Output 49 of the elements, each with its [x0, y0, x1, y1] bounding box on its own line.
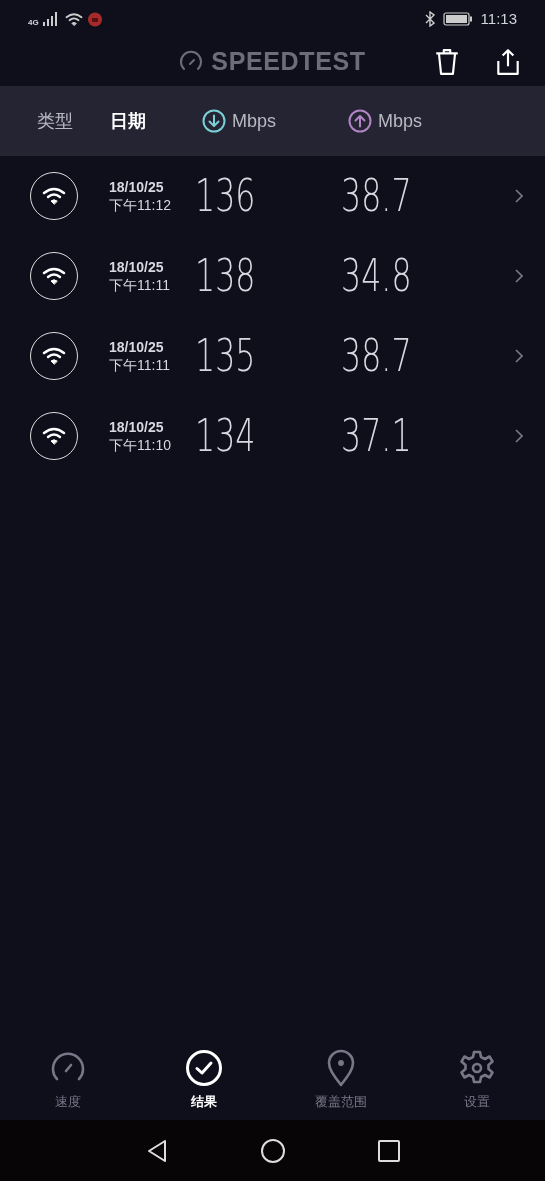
- sort-column-tab[interactable]: Mbps: [348, 107, 468, 135]
- download-speed: 136: [195, 174, 256, 218]
- nav-tab[interactable]: 速度: [0, 1048, 137, 1112]
- sort-column-tab[interactable]: Mbps: [202, 107, 348, 135]
- home-button[interactable]: [260, 1138, 285, 1163]
- app-title: SPEEDTEST: [211, 46, 366, 78]
- nav-tab[interactable]: 结果: [136, 1048, 273, 1112]
- check-circle-icon: [184, 1048, 225, 1089]
- sort-column-tab[interactable]: 日期: [110, 107, 202, 135]
- battery-icon: [442, 12, 473, 26]
- share-icon: [494, 48, 522, 76]
- signal-icon: [42, 12, 57, 26]
- result-time: 下午11:11: [109, 276, 171, 294]
- upload-speed: 38.7: [341, 334, 412, 378]
- result-date: 18/10/25: [109, 178, 165, 196]
- nav-tab[interactable]: 设置: [408, 1048, 545, 1112]
- result-date: 18/10/25: [109, 418, 165, 436]
- nav-tab[interactable]: 覆盖范围: [272, 1048, 409, 1112]
- chevron-right-icon: [515, 349, 523, 363]
- bluetooth-icon: [424, 11, 435, 27]
- download-speed: 135: [195, 334, 256, 378]
- sort-column-tab[interactable]: 类型: [37, 107, 110, 135]
- network-type: 4G: [28, 17, 39, 29]
- app-notification-icon: [86, 11, 103, 27]
- upload-speed: 34.8: [341, 254, 412, 298]
- result-time: 下午11:12: [109, 196, 172, 214]
- chevron-right-icon: [515, 429, 523, 443]
- trash-icon: [433, 48, 461, 76]
- upload-speed: 37.1: [341, 414, 412, 458]
- result-date: 18/10/25: [109, 338, 165, 356]
- upload-speed: 38.7: [341, 174, 412, 218]
- clock: 11:13: [480, 8, 517, 29]
- result-row[interactable]: 18/10/25 下午11:12 136 38.7: [0, 156, 545, 236]
- delete-button[interactable]: [433, 48, 461, 76]
- result-row[interactable]: 18/10/25 下午11:10 134 37.1: [0, 396, 545, 476]
- wifi-status-icon: [64, 11, 83, 27]
- upload-icon: [348, 109, 372, 133]
- chevron-right-icon: [515, 189, 523, 203]
- share-button[interactable]: [494, 48, 522, 76]
- result-time: 下午11:10: [109, 436, 172, 454]
- result-date: 18/10/25: [109, 258, 165, 276]
- result-row[interactable]: 18/10/25 下午11:11 135 38.7: [0, 316, 545, 396]
- chevron-right-icon: [515, 269, 523, 283]
- recents-button[interactable]: [376, 1138, 401, 1163]
- download-icon: [202, 109, 226, 133]
- result-time: 下午11:11: [109, 356, 171, 374]
- download-speed: 138: [195, 254, 256, 298]
- download-speed: 134: [195, 414, 256, 458]
- result-row[interactable]: 18/10/25 下午11:11 138 34.8: [0, 236, 545, 316]
